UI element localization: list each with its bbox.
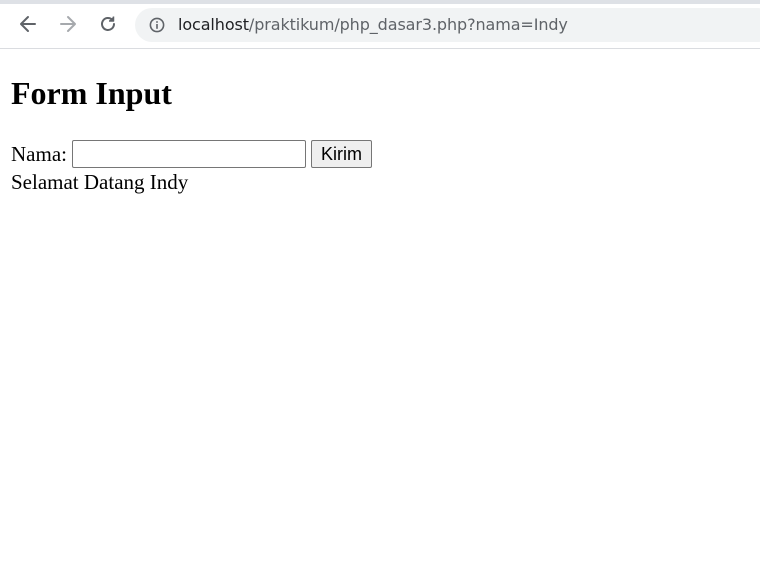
url-text[interactable]: localhost/praktikum/php_dasar3.php?nama=… (178, 16, 568, 34)
name-label: Nama: (11, 141, 67, 166)
address-bar[interactable]: localhost/praktikum/php_dasar3.php?nama=… (135, 8, 760, 42)
name-form: Nama: Kirim (11, 139, 749, 169)
url-host: localhost (178, 15, 249, 34)
reload-icon (101, 16, 115, 31)
reload-button[interactable] (94, 10, 122, 38)
greeting-text: Selamat Datang Indy (11, 170, 189, 194)
forward-button[interactable] (54, 10, 82, 38)
back-button[interactable] (14, 10, 42, 38)
info-icon[interactable] (149, 17, 165, 33)
page-title: Form Input (11, 75, 172, 111)
submit-button[interactable]: Kirim (310, 140, 372, 168)
browser-toolbar: localhost/praktikum/php_dasar3.php?nama=… (0, 0, 760, 49)
name-input[interactable] (71, 140, 306, 168)
page-content: Form Input Nama: Kirim Selamat Datang In… (0, 75, 760, 195)
arrow-right-icon (60, 16, 76, 32)
arrow-left-icon (20, 16, 36, 32)
url-path: /praktikum/php_dasar3.php?nama=Indy (248, 15, 568, 34)
